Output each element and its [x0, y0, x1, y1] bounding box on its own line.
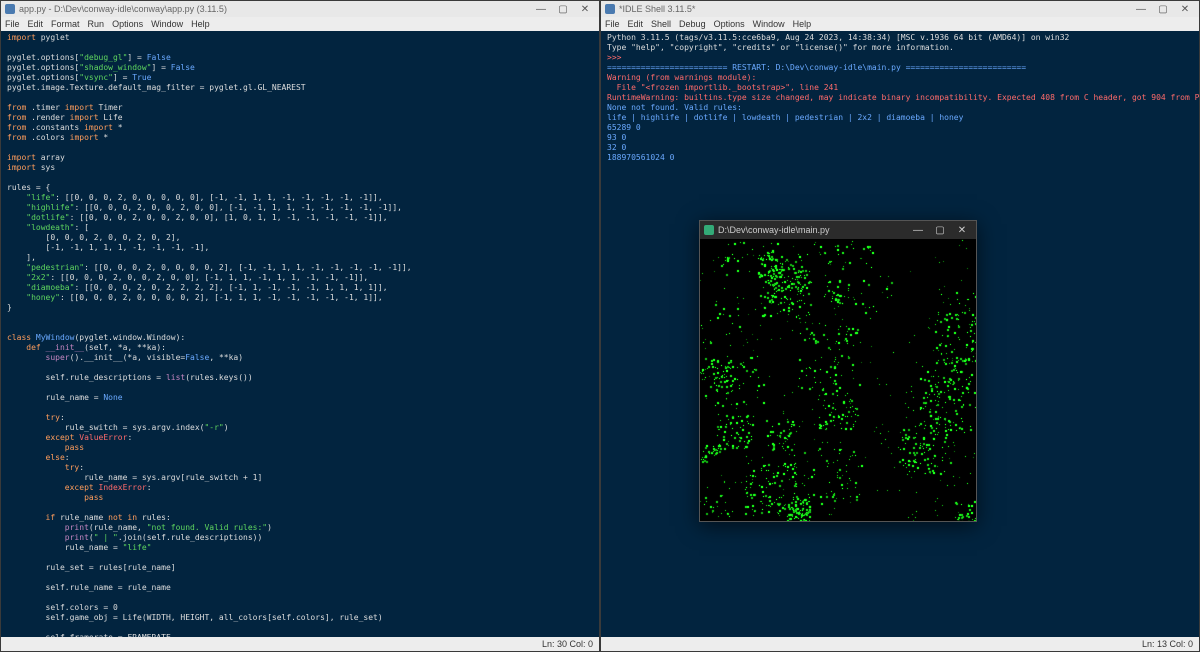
conway-title: D:\Dev\conway-idle\main.py	[718, 225, 830, 235]
close-button[interactable]: ✕	[1175, 3, 1195, 15]
menu-options[interactable]: Options	[714, 19, 745, 29]
close-button[interactable]: ✕	[952, 224, 972, 236]
python-icon	[704, 225, 714, 235]
maximize-button[interactable]: ▢	[930, 224, 950, 236]
maximize-button[interactable]: ▢	[553, 3, 573, 15]
menu-options[interactable]: Options	[112, 19, 143, 29]
menu-edit[interactable]: Edit	[628, 19, 644, 29]
maximize-button[interactable]: ▢	[1153, 3, 1173, 15]
menu-file[interactable]: File	[605, 19, 620, 29]
minimize-button[interactable]: —	[908, 224, 928, 236]
conway-simulation-window[interactable]: D:\Dev\conway-idle\main.py — ▢ ✕	[699, 220, 977, 522]
menu-window[interactable]: Window	[753, 19, 785, 29]
editor-menubar: File Edit Format Run Options Window Help	[1, 17, 599, 31]
editor-window-controls: — ▢ ✕	[531, 3, 595, 15]
conway-canvas	[700, 239, 976, 521]
close-button[interactable]: ✕	[575, 3, 595, 15]
menu-help[interactable]: Help	[793, 19, 812, 29]
conway-titlebar[interactable]: D:\Dev\conway-idle\main.py — ▢ ✕	[700, 221, 976, 239]
editor-title: app.py - D:\Dev\conway-idle\conway\app.p…	[19, 4, 227, 14]
menu-format[interactable]: Format	[51, 19, 80, 29]
editor-code-area[interactable]: import pyglet pyglet.options["debug_gl"]…	[1, 31, 599, 637]
menu-debug[interactable]: Debug	[679, 19, 706, 29]
editor-titlebar[interactable]: app.py - D:\Dev\conway-idle\conway\app.p…	[1, 1, 599, 17]
menu-edit[interactable]: Edit	[28, 19, 44, 29]
shell-window-controls: — ▢ ✕	[1131, 3, 1195, 15]
python-icon	[605, 4, 615, 14]
menu-window[interactable]: Window	[151, 19, 183, 29]
minimize-button[interactable]: —	[531, 3, 551, 15]
shell-output[interactable]: Python 3.11.5 (tags/v3.11.5:cce6ba9, Aug…	[607, 33, 1193, 163]
shell-menubar: File Edit Shell Debug Options Window Help	[601, 17, 1199, 31]
minimize-button[interactable]: —	[1131, 3, 1151, 15]
menu-help[interactable]: Help	[191, 19, 210, 29]
editor-cursor-position: Ln: 30 Col: 0	[542, 639, 593, 649]
shell-statusbar: Ln: 13 Col: 0	[601, 637, 1199, 651]
editor-window: app.py - D:\Dev\conway-idle\conway\app.p…	[0, 0, 600, 652]
desktop: app.py - D:\Dev\conway-idle\conway\app.p…	[0, 0, 1200, 652]
shell-title: *IDLE Shell 3.11.5*	[619, 4, 695, 14]
shell-titlebar[interactable]: *IDLE Shell 3.11.5* — ▢ ✕	[601, 1, 1199, 17]
editor-statusbar: Ln: 30 Col: 0	[1, 637, 599, 651]
editor-code[interactable]: import pyglet pyglet.options["debug_gl"]…	[7, 33, 593, 637]
shell-cursor-position: Ln: 13 Col: 0	[1142, 639, 1193, 649]
conway-window-controls: — ▢ ✕	[908, 224, 972, 236]
menu-file[interactable]: File	[5, 19, 20, 29]
python-icon	[5, 4, 15, 14]
menu-run[interactable]: Run	[88, 19, 105, 29]
menu-shell[interactable]: Shell	[651, 19, 671, 29]
